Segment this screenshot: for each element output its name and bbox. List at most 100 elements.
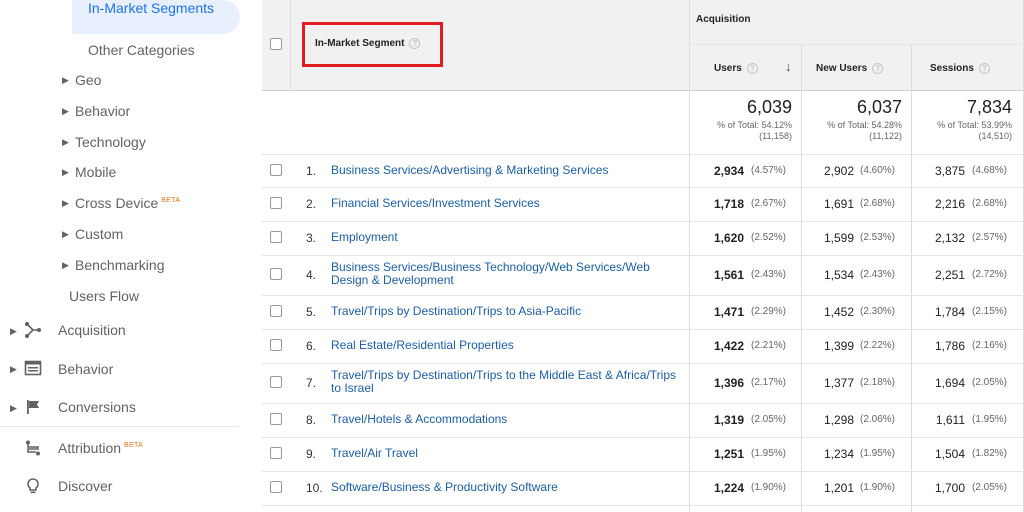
sidebar-item-cross-device[interactable]: Cross Device BETA <box>75 195 180 211</box>
total-sessions: 7,834 <box>966 97 1012 117</box>
sidebar-item-geo[interactable]: Geo <box>75 72 101 88</box>
new-users-value: 2,902 <box>823 163 854 178</box>
total-new-users: 6,037 <box>856 97 902 117</box>
segment-link[interactable]: Travel/Air Travel <box>331 447 681 460</box>
caret-right-icon[interactable]: ▶ <box>62 167 69 178</box>
data-table: In-Market Segment? Acquisition Users? ↓ … <box>262 0 1024 512</box>
row-checkbox[interactable] <box>270 197 282 209</box>
new-users-value: 1,399 <box>823 339 854 353</box>
segment-link[interactable]: Business Services/Advertising & Marketin… <box>331 163 681 177</box>
caret-right-icon[interactable]: ▶ <box>62 229 69 240</box>
users-pct: (2.52%) <box>751 232 787 243</box>
column-header-new-users[interactable]: New Users? <box>816 63 884 74</box>
segment-link[interactable]: Software/Business & Productivity Softwar… <box>331 481 681 494</box>
row-checkbox[interactable] <box>270 305 282 317</box>
new-users-value: 1,377 <box>823 376 854 390</box>
help-icon[interactable]: ? <box>872 63 884 74</box>
sessions-pct: (2.16%) <box>972 340 1008 351</box>
segment-link[interactable]: Travel/Trips by Destination/Trips to the… <box>331 369 681 395</box>
sidebar-item-behavior[interactable]: Behavior <box>75 103 130 119</box>
caret-right-icon[interactable]: ▶ <box>62 137 69 148</box>
sidebar: In-Market Segments Other Categories ▶ Ge… <box>0 0 262 512</box>
users-pct: (2.43%) <box>751 269 787 280</box>
acquisition-group-header: Acquisition <box>696 14 751 25</box>
sessions-pct: (2.57%) <box>972 232 1008 243</box>
new-users-pct: (2.22%) <box>860 340 896 351</box>
row-checkbox[interactable] <box>270 231 282 243</box>
sessions-value: 1,700 <box>934 481 965 495</box>
sessions-pct: (2.68%) <box>972 198 1008 209</box>
users-value: 1,422 <box>713 339 744 353</box>
row-checkbox[interactable] <box>270 268 282 280</box>
help-icon[interactable]: ? <box>746 63 758 74</box>
caret-right-icon[interactable]: ▶ <box>10 403 17 414</box>
sidebar-item-custom[interactable]: Custom <box>75 226 123 242</box>
users-value: 1,251 <box>713 447 744 461</box>
row-checkbox[interactable] <box>270 339 282 351</box>
section-behavior[interactable]: Behavior <box>58 361 113 377</box>
section-conversions[interactable]: Conversions <box>58 399 136 415</box>
new-users-value: 1,452 <box>823 305 854 319</box>
caret-right-icon[interactable]: ▶ <box>10 364 17 375</box>
select-all-checkbox[interactable] <box>270 38 282 50</box>
section-acquisition[interactable]: Acquisition <box>58 322 126 338</box>
column-header-label: Users <box>714 63 742 75</box>
beta-badge: BETA <box>161 197 181 204</box>
caret-right-icon[interactable]: ▶ <box>62 75 69 86</box>
sessions-pct: (2.15%) <box>972 306 1008 317</box>
sidebar-item-label[interactable]: In-Market Segments <box>88 0 228 16</box>
sessions-pct: (4.68%) <box>972 164 1008 176</box>
users-value: 1,718 <box>713 197 744 211</box>
row-rank: 10. <box>306 481 323 495</box>
segment-link[interactable]: Real Estate/Residential Properties <box>331 339 681 352</box>
new-users-value: 1,534 <box>823 268 854 282</box>
sort-descending-icon[interactable]: ↓ <box>785 59 792 74</box>
section-label: Attribution <box>58 440 122 456</box>
new-users-pct: (2.68%) <box>860 198 896 209</box>
sessions-value: 2,132 <box>934 231 965 245</box>
new-users-pct: (2.18%) <box>860 377 896 388</box>
new-users-pct: (2.43%) <box>860 269 896 280</box>
lightbulb-icon <box>27 478 39 494</box>
segment-link[interactable]: Travel/Trips by Destination/Trips to Asi… <box>331 305 681 318</box>
users-pct: (2.29%) <box>751 306 787 317</box>
column-header-sessions[interactable]: Sessions? <box>930 63 990 74</box>
new-users-pct: (2.53%) <box>860 232 896 243</box>
row-rank: 9. <box>306 447 317 461</box>
users-pct: (1.95%) <box>751 448 787 459</box>
users-pct: (2.21%) <box>751 340 787 351</box>
row-rank: 1. <box>306 163 317 178</box>
caret-right-icon[interactable]: ▶ <box>62 198 69 209</box>
segment-link[interactable]: Employment <box>331 231 681 244</box>
row-checkbox[interactable] <box>270 163 282 176</box>
sidebar-item-other-categories[interactable]: Other Categories <box>88 42 195 58</box>
total-users: 6,039 <box>746 97 792 117</box>
users-value: 1,561 <box>713 268 744 282</box>
sidebar-item-benchmarking[interactable]: Benchmarking <box>75 257 165 273</box>
sessions-value: 2,216 <box>934 197 965 211</box>
row-rank: 8. <box>306 413 317 427</box>
segment-link[interactable]: Business Services/Business Technology/We… <box>331 261 681 287</box>
row-checkbox[interactable] <box>270 376 282 388</box>
row-checkbox[interactable] <box>270 447 282 459</box>
help-icon[interactable]: ? <box>978 63 990 74</box>
caret-right-icon[interactable]: ▶ <box>10 326 17 337</box>
caret-right-icon[interactable]: ▶ <box>62 106 69 117</box>
caret-right-icon[interactable]: ▶ <box>62 260 69 271</box>
column-header-users[interactable]: Users? <box>714 63 758 74</box>
row-rank: 2. <box>306 197 317 211</box>
users-value: 1,396 <box>713 376 744 390</box>
acquisition-icon <box>25 322 41 338</box>
sessions-value: 3,875 <box>934 163 965 178</box>
segment-link[interactable]: Financial Services/Investment Services <box>331 197 681 210</box>
sidebar-item-mobile[interactable]: Mobile <box>75 164 116 180</box>
new-users-pct: (1.95%) <box>860 448 896 459</box>
section-discover[interactable]: Discover <box>58 478 112 494</box>
row-checkbox[interactable] <box>270 413 282 425</box>
sidebar-item-users-flow[interactable]: Users Flow <box>69 288 139 304</box>
section-attribution[interactable]: Attribution BETA <box>58 440 143 456</box>
row-checkbox[interactable] <box>270 481 282 493</box>
sidebar-item-technology[interactable]: Technology <box>75 134 146 150</box>
users-pct: (2.17%) <box>751 377 787 388</box>
segment-link[interactable]: Travel/Hotels & Accommodations <box>331 413 681 426</box>
